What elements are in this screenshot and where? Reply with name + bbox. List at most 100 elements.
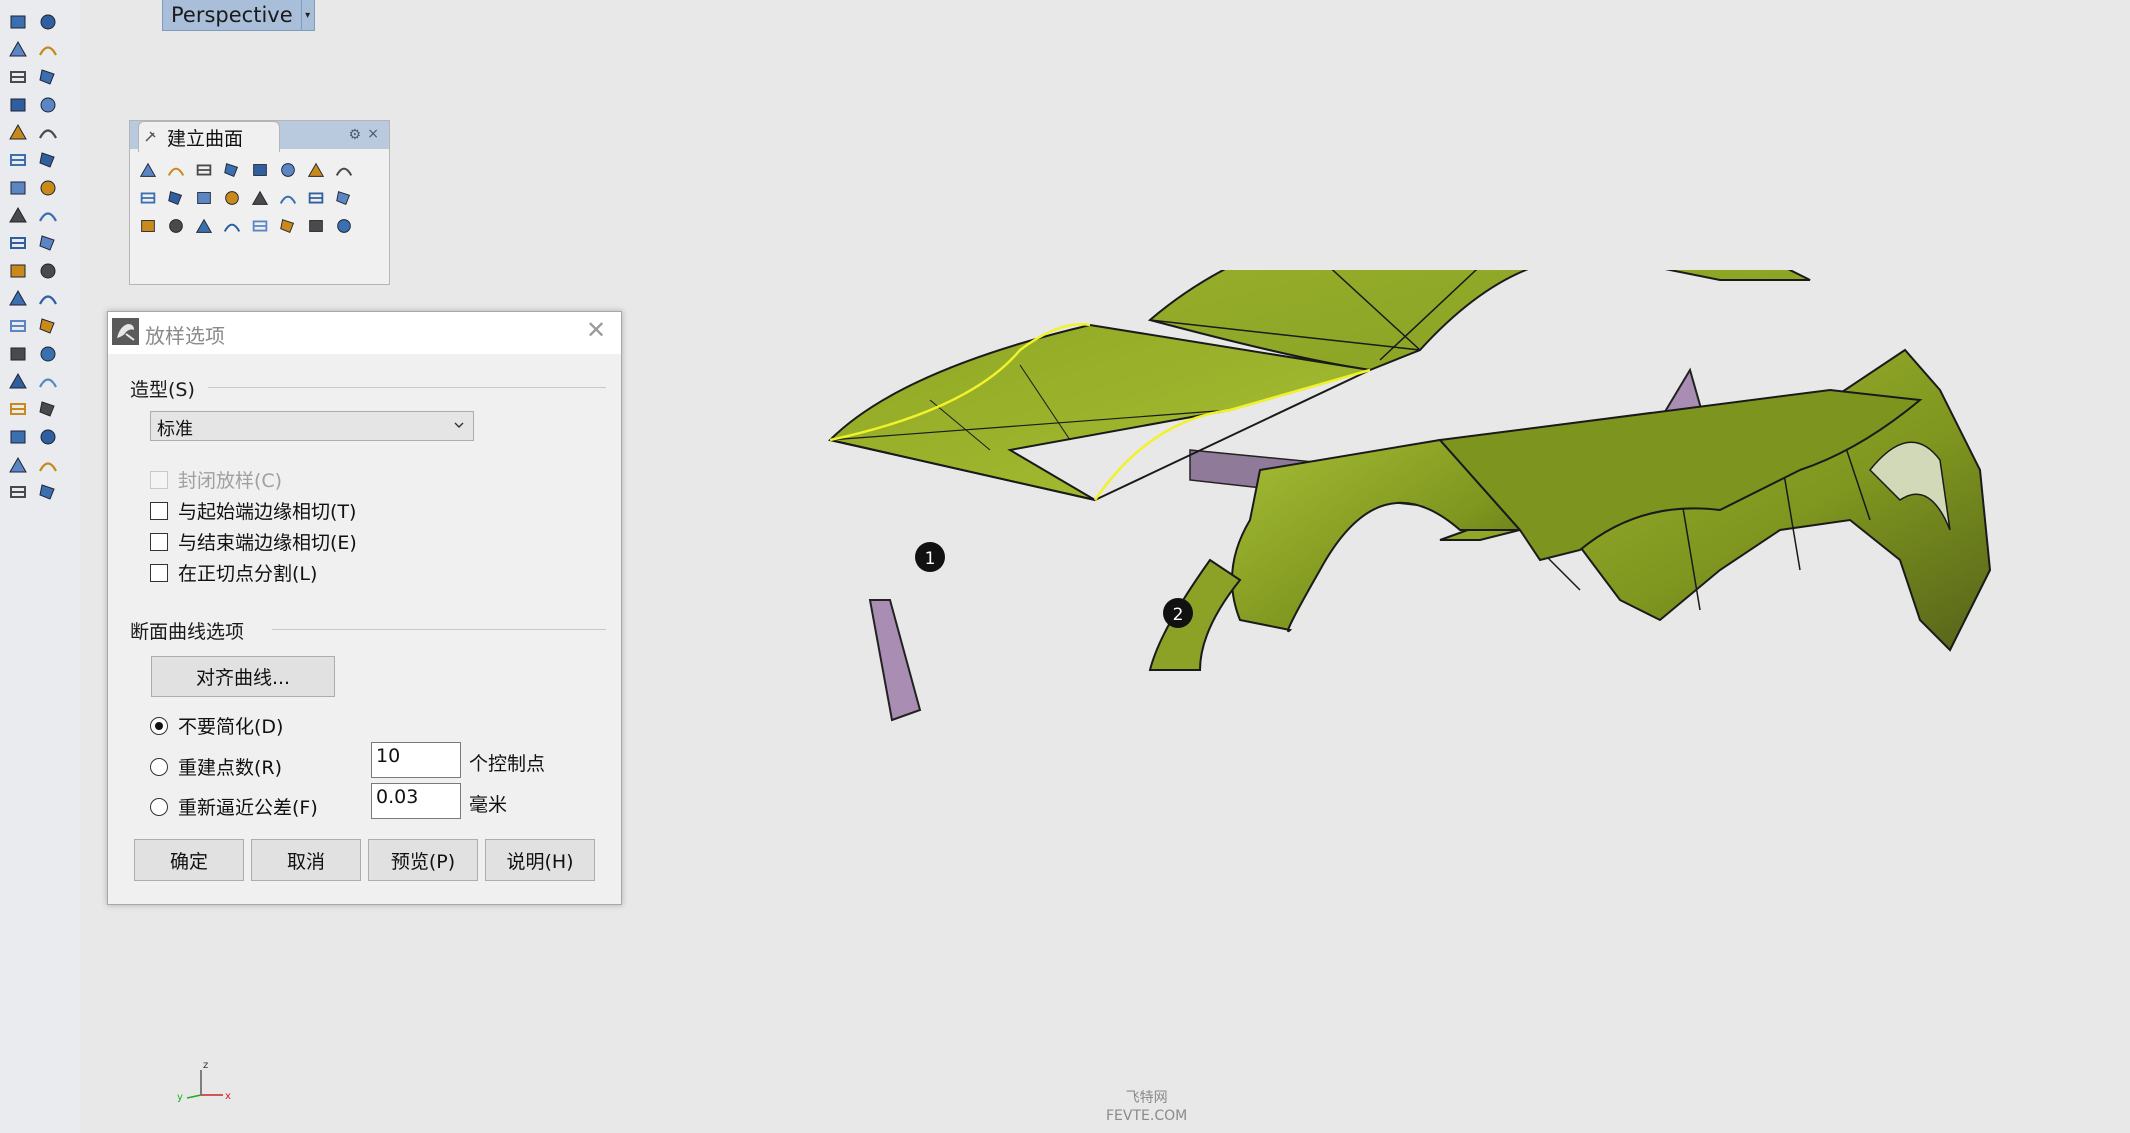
- circle-icon[interactable]: [4, 63, 32, 90]
- sphere-surface-icon[interactable]: [162, 156, 190, 184]
- no-simplify-radio[interactable]: 不要简化(D): [150, 712, 283, 739]
- help-button[interactable]: 说明(H): [485, 839, 595, 881]
- panel-header[interactable]: 建立曲面 ⚙ ×: [130, 121, 389, 152]
- extrude-curve-icon[interactable]: [134, 184, 162, 212]
- check-icon[interactable]: [34, 451, 62, 478]
- viewport-menu-arrow-icon[interactable]: ▾: [300, 0, 314, 30]
- tangent-end-checkbox[interactable]: 与结束端边缘相切(E): [150, 528, 357, 555]
- viewport-tab[interactable]: Perspective ▾: [162, 0, 315, 31]
- surface-from-3-points-icon[interactable]: [134, 156, 162, 184]
- radio-label[interactable]: 重建点数(R): [178, 753, 282, 780]
- point-icon[interactable]: [34, 8, 62, 35]
- rebuild-radio[interactable]: 重建点数(R): [150, 753, 282, 780]
- network-surface-icon[interactable]: [162, 184, 190, 212]
- select-arrow-icon[interactable]: [4, 8, 32, 35]
- trim-icon[interactable]: [34, 257, 62, 284]
- drape-icon[interactable]: [302, 184, 330, 212]
- gumball-icon[interactable]: [34, 423, 62, 450]
- polyline-icon[interactable]: [4, 36, 32, 63]
- split-at-tangent-checkbox[interactable]: 在正切点分割(L): [150, 559, 317, 586]
- preview-button[interactable]: 预览(P): [368, 839, 478, 881]
- curve-bend-icon[interactable]: [4, 313, 32, 340]
- checkbox-box[interactable]: [150, 563, 168, 582]
- arc-icon[interactable]: [4, 119, 32, 146]
- rebuild-points-input[interactable]: 10: [371, 742, 461, 778]
- checkbox-label[interactable]: 与起始端边缘相切(T): [178, 497, 356, 524]
- curve-fillet-icon[interactable]: [34, 313, 62, 340]
- dimension-icon[interactable]: [34, 340, 62, 367]
- checkbox-label[interactable]: 在正切点分割(L): [178, 559, 317, 586]
- blend-surface-icon[interactable]: [134, 212, 162, 240]
- layer-edit-icon[interactable]: [34, 396, 62, 423]
- style-select[interactable]: 标准: [150, 411, 474, 441]
- paint-bucket-icon[interactable]: [4, 285, 32, 312]
- cancel-button[interactable]: 取消: [251, 839, 361, 881]
- close-icon[interactable]: ✕: [583, 316, 609, 346]
- ok-button[interactable]: 确定: [134, 839, 244, 881]
- checkbox-label[interactable]: 与结束端边缘相切(E): [178, 528, 357, 555]
- ellipse-icon[interactable]: [34, 63, 62, 90]
- gear-icon[interactable]: ⚙: [348, 127, 361, 143]
- curve-marker-1[interactable]: 1: [915, 542, 945, 572]
- checkbox-box[interactable]: [150, 501, 168, 520]
- material-icon[interactable]: [34, 479, 62, 506]
- surface-toolbar-panel[interactable]: 建立曲面 ⚙ ×: [129, 120, 390, 285]
- loft-surface-icon[interactable]: [34, 146, 62, 173]
- rail-revolve-icon[interactable]: [246, 184, 274, 212]
- panel-tab[interactable]: 建立曲面: [138, 121, 280, 152]
- image-plane-icon[interactable]: [302, 212, 330, 240]
- align-curves-button[interactable]: 对齐曲线...: [151, 656, 335, 697]
- sweep2-icon[interactable]: [274, 184, 302, 212]
- loft-options-dialog[interactable]: 放样选项 ✕ 造型(S) 标准 封闭放样(C) 与起始端边缘相切(T) 与结束端…: [107, 311, 622, 905]
- loft-icon[interactable]: [302, 156, 330, 184]
- array-points-icon[interactable]: [34, 285, 62, 312]
- heightfield-icon[interactable]: [218, 212, 246, 240]
- curve-marker-2[interactable]: 2: [1163, 598, 1193, 628]
- transform-gear-icon[interactable]: [4, 230, 32, 257]
- polygon-icon[interactable]: [4, 91, 32, 118]
- point-grid-icon[interactable]: [330, 212, 358, 240]
- bell-icon[interactable]: [246, 212, 274, 240]
- planar-surface-icon[interactable]: [246, 156, 274, 184]
- render-surface-icon[interactable]: [218, 184, 246, 212]
- grid-array-icon[interactable]: [4, 423, 32, 450]
- radio-label[interactable]: 不要简化(D): [178, 712, 283, 739]
- extrude-icon[interactable]: [34, 202, 62, 229]
- sweep-1-2-icon[interactable]: [190, 212, 218, 240]
- rectangle-icon[interactable]: [34, 91, 62, 118]
- text-icon[interactable]: [4, 340, 32, 367]
- curve-points-icon[interactable]: [34, 36, 62, 63]
- patch-icon[interactable]: [274, 156, 302, 184]
- fillet-curve-icon[interactable]: [34, 119, 62, 146]
- cylinder-icon[interactable]: [4, 202, 32, 229]
- refit-radio[interactable]: 重新逼近公差(F): [150, 793, 318, 820]
- cone-icon[interactable]: [330, 184, 358, 212]
- tangent-start-checkbox[interactable]: 与起始端边缘相切(T): [150, 497, 356, 524]
- refit-tolerance-input[interactable]: 0.03: [371, 783, 461, 819]
- mesh-box-icon[interactable]: [4, 396, 32, 423]
- viewport-title[interactable]: Perspective: [163, 0, 301, 30]
- join-icon[interactable]: [4, 257, 32, 284]
- radio-label[interactable]: 重新逼近公差(F): [178, 793, 318, 820]
- dialog-titlebar[interactable]: 放样选项 ✕: [108, 312, 621, 354]
- radio-circle[interactable]: [150, 757, 168, 776]
- sweep1-icon[interactable]: [218, 156, 246, 184]
- checkbox-box[interactable]: [150, 532, 168, 551]
- cap-icon[interactable]: [162, 212, 190, 240]
- box-solid-icon[interactable]: [4, 174, 32, 201]
- surface-points-icon[interactable]: [4, 146, 32, 173]
- render-teapot-icon[interactable]: [4, 479, 32, 506]
- group-icon[interactable]: [4, 368, 32, 395]
- close-icon[interactable]: ×: [367, 126, 379, 142]
- edge-surface-icon[interactable]: [190, 156, 218, 184]
- radio-circle[interactable]: [150, 797, 168, 816]
- revolve-icon[interactable]: [190, 184, 218, 212]
- block-icon[interactable]: [34, 368, 62, 395]
- sphere-solid-icon[interactable]: [34, 174, 62, 201]
- clipboard-icon[interactable]: [4, 451, 32, 478]
- boolean-flash-icon[interactable]: [34, 230, 62, 257]
- car-model[interactable]: 1 2: [820, 270, 2130, 900]
- rectangle-plane-icon[interactable]: [330, 156, 358, 184]
- radio-circle[interactable]: [150, 716, 168, 735]
- dome-icon[interactable]: [274, 212, 302, 240]
